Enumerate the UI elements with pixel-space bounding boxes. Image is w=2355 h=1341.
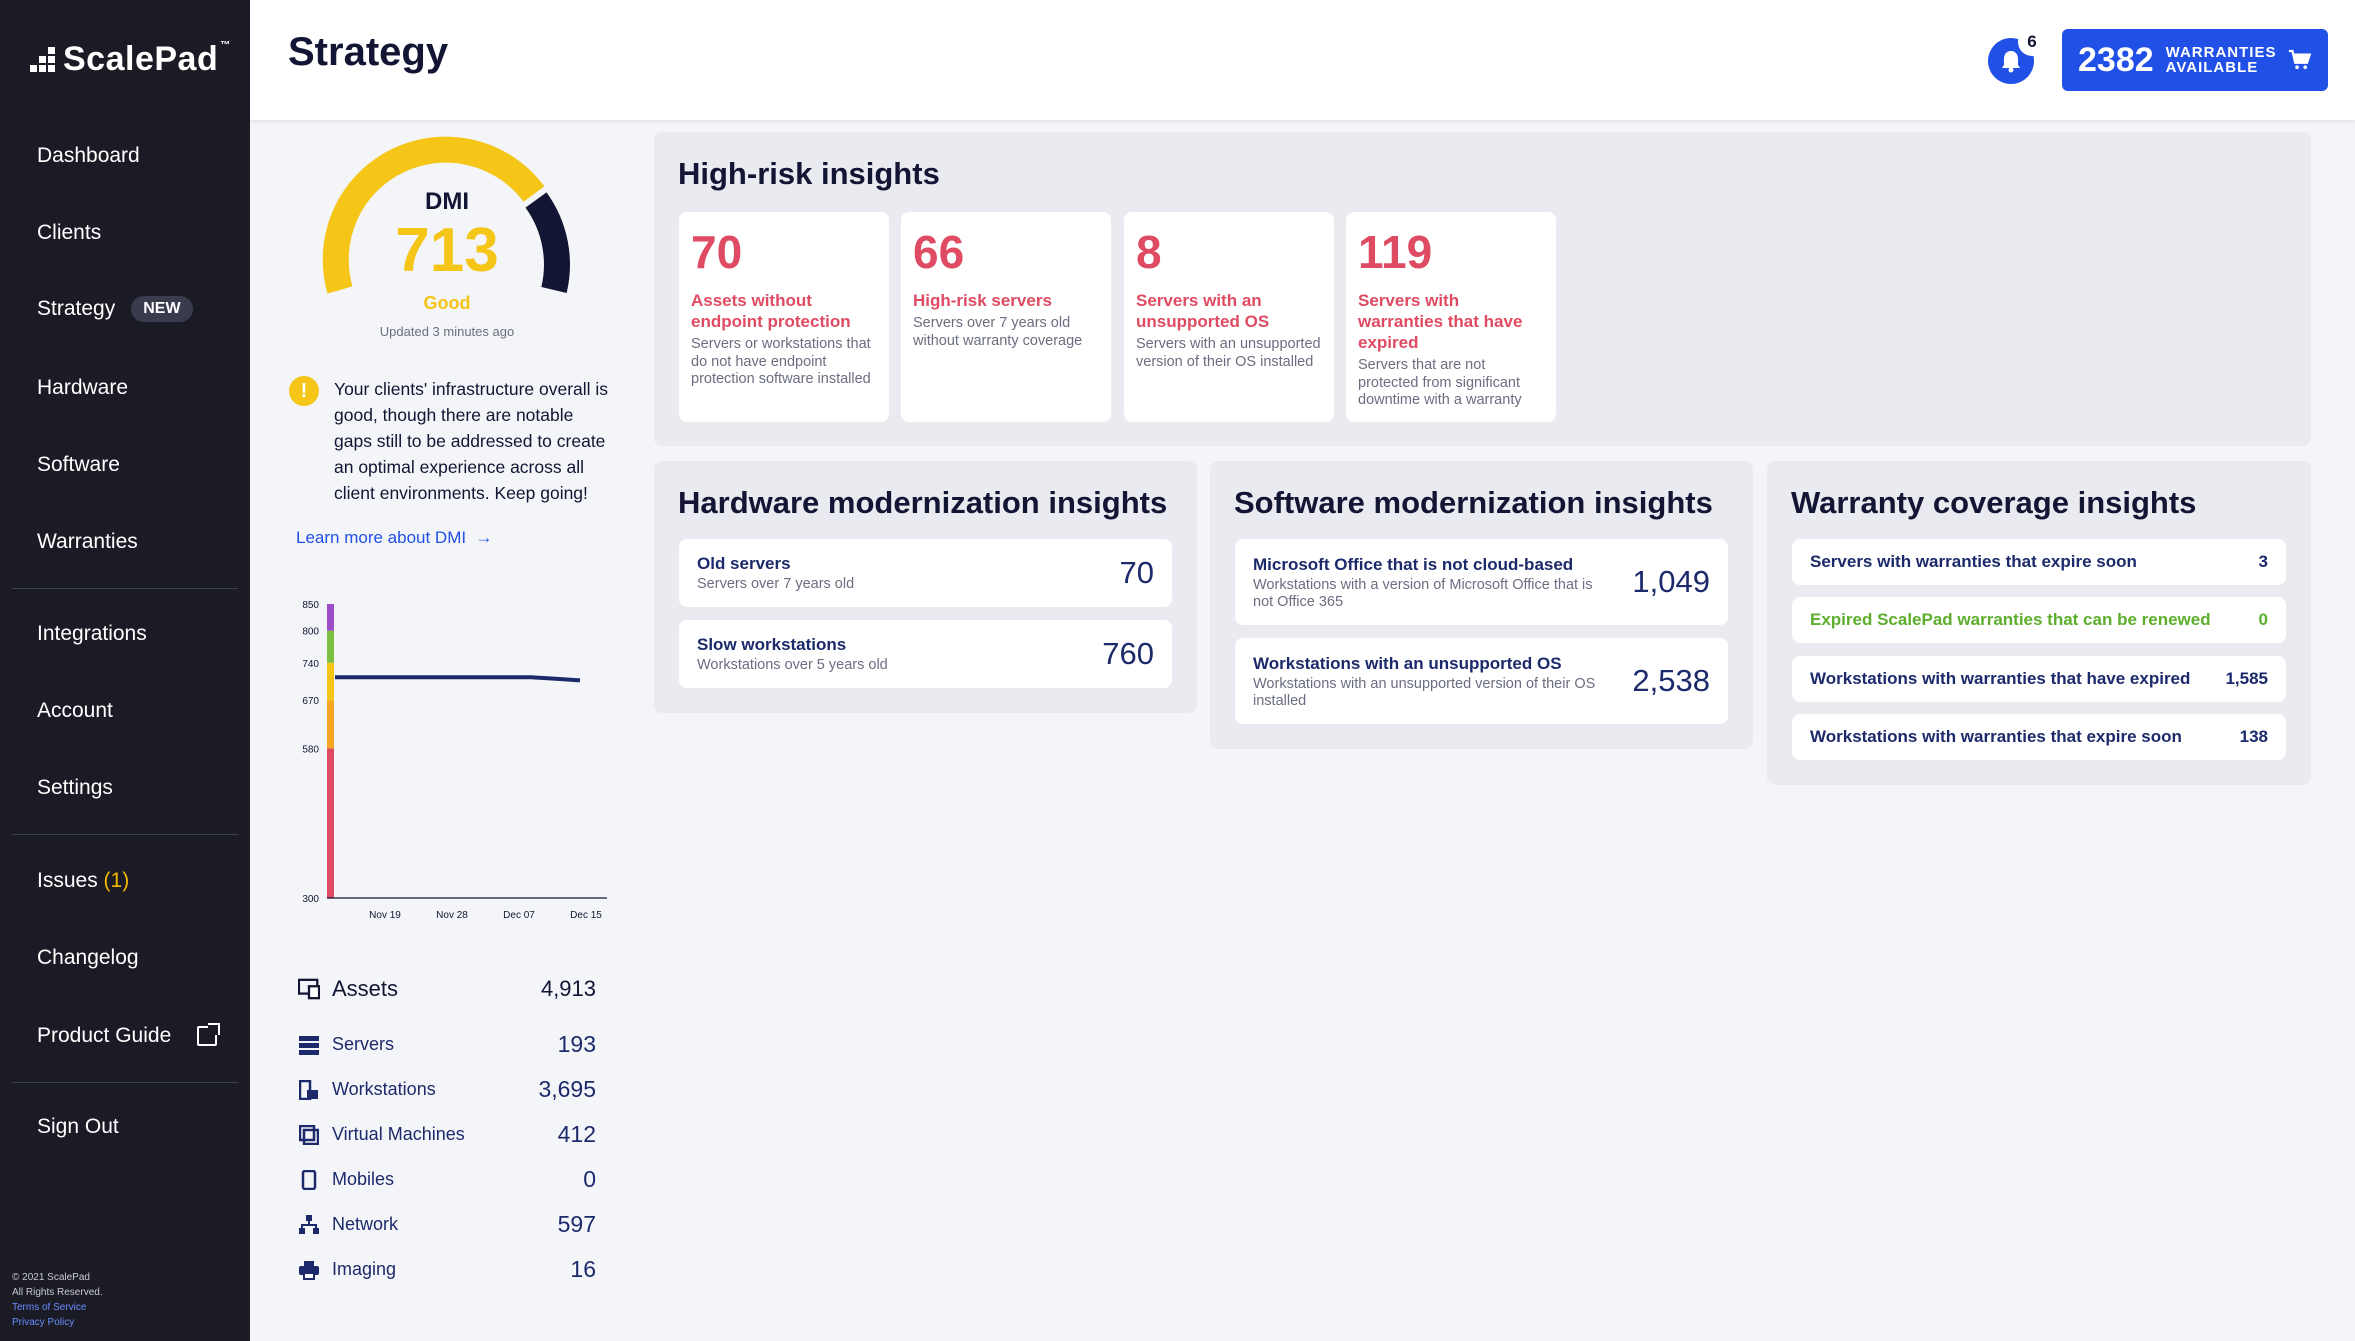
sidebar-item-issues[interactable]: Issues (1) <box>37 869 129 893</box>
learn-more-dmi-link[interactable]: Learn more about DMI → <box>296 528 493 548</box>
chart-y-tick-label: 670 <box>302 696 319 707</box>
sidebar-item-account[interactable]: Account <box>37 699 113 723</box>
dmi-notice: Your clients' infrastructure overall is … <box>334 379 609 503</box>
dmi-score: 713 <box>395 216 499 285</box>
sidebar-item-settings[interactable]: Settings <box>37 776 113 800</box>
chart-y-tick-label: 850 <box>302 600 319 611</box>
dmi-history-chart: 300 580 670 740 800 850 Nov 19 Nov 28 Dec 07 Dec … <box>302 600 607 921</box>
sidebar-item-strategy[interactable]: Strategy NEW <box>37 296 193 322</box>
nav-divider <box>12 834 238 835</box>
mobile-icon <box>298 1169 320 1191</box>
chart-band-0 <box>327 748 334 898</box>
top-header: Strategy 6 2382 WARRANTIES AVAILABLE <box>250 0 2355 120</box>
issues-count: (1) <box>103 869 130 892</box>
external-link-icon <box>197 1023 221 1046</box>
high-risk-title: High-risk insights <box>678 156 940 191</box>
chart-dmi-line <box>335 675 581 683</box>
sidebar-item-integrations[interactable]: Integrations <box>37 622 147 646</box>
hardware-title: Hardware modernization insights <box>678 485 1168 520</box>
sidebar-footer: © 2021 ScalePad All Rights Reserved. Ter… <box>12 1272 103 1330</box>
asset-row-mobiles[interactable]: Mobiles 0 <box>298 1166 596 1193</box>
sidebar-item-software[interactable]: Software <box>37 453 120 477</box>
chart-x-tick-label: Nov 19 <box>369 910 401 921</box>
assets-total: 4,913 <box>540 976 596 1001</box>
risk-card-expired-warranties[interactable]: 119 Servers with warranties that have ex… <box>1346 212 1556 422</box>
insight-slow-workstations[interactable]: Slow workstations Workstations over 5 yea… <box>679 620 1172 688</box>
asset-row-workstations[interactable]: Workstations 3,695 <box>298 1076 596 1103</box>
chart-y-tick-label: 800 <box>302 627 319 638</box>
dmi-label: DMI <box>425 188 469 215</box>
chart-y-tick-label: 740 <box>302 659 319 670</box>
bell-icon <box>2002 51 2020 73</box>
dmi-rating: Good <box>423 293 471 313</box>
sidebar: ScalePad ™ Dashboard Clients Strategy NEW … <box>0 0 250 1341</box>
nav-divider <box>12 1082 238 1083</box>
chart-y-tick-label: 580 <box>302 744 319 755</box>
assets-header: Assets 4,913 <box>298 976 596 1002</box>
warranty-workstations-expire-soon[interactable]: Workstations with warranties that expire… <box>1792 714 2286 760</box>
asset-row-servers[interactable]: Servers 193 <box>298 1031 596 1058</box>
warranty-workstations-expired[interactable]: Workstations with warranties that have e… <box>1792 656 2286 702</box>
arrow-right-icon: → <box>470 528 493 547</box>
notifications-count: 6 <box>2018 28 2046 56</box>
insight-workstations-unsupported-os[interactable]: Workstations with an unsupported OS Works… <box>1235 638 1728 724</box>
chart-band-1 <box>327 700 334 749</box>
chart-x-tick-label: Nov 28 <box>436 910 468 921</box>
chart-x-tick-label: Dec 15 <box>570 910 602 921</box>
dmi-updated: Updated 3 minutes ago <box>379 324 515 339</box>
asset-row-imaging[interactable]: Imaging 16 <box>298 1256 596 1283</box>
sidebar-item-dashboard[interactable]: Dashboard <box>37 144 140 168</box>
terms-link[interactable]: Terms of Service <box>12 1300 103 1315</box>
logo-text: ScalePad ™ <box>63 40 231 78</box>
sidebar-item-sign-out[interactable]: Sign Out <box>37 1115 119 1139</box>
cart-icon <box>2289 49 2312 70</box>
warranty-expired-renewable[interactable]: Expired ScalePad warranties that can be … <box>1792 597 2286 643</box>
sidebar-item-warranties[interactable]: Warranties <box>37 530 138 554</box>
server-icon <box>298 1034 320 1056</box>
insight-old-servers[interactable]: Old servers Servers over 7 years old 70 <box>679 539 1172 607</box>
vm-icon <box>298 1124 320 1146</box>
software-title: Software modernization insights <box>1234 485 1713 520</box>
chart-band-3 <box>327 630 334 663</box>
warranty-title: Warranty coverage insights <box>1791 485 2197 520</box>
workstation-icon <box>298 1079 320 1101</box>
warranties-available-button[interactable]: 2382 WARRANTIES AVAILABLE <box>2062 29 2328 91</box>
risk-card-endpoint-protection[interactable]: 70 Assets without endpoint protection Se… <box>679 212 889 422</box>
sidebar-item-product-guide[interactable]: Product Guide <box>37 1023 221 1048</box>
sidebar-item-clients[interactable]: Clients <box>37 221 101 245</box>
warranties-count: 2382 <box>2078 40 2154 79</box>
assets-icon <box>298 978 320 1000</box>
sidebar-item-hardware[interactable]: Hardware <box>37 376 128 400</box>
network-icon <box>298 1214 320 1236</box>
nav-divider <box>12 588 238 589</box>
chart-band-2 <box>327 662 334 701</box>
warranty-servers-expire-soon[interactable]: Servers with warranties that expire soon… <box>1792 539 2286 585</box>
new-badge: NEW <box>131 296 193 322</box>
risk-card-high-risk-servers[interactable]: 66 High-risk servers Servers over 7 year… <box>901 212 1111 422</box>
chart-x-tick-label: Dec 07 <box>503 910 535 921</box>
chart-y-tick-label: 300 <box>302 894 319 905</box>
sidebar-item-changelog[interactable]: Changelog <box>37 946 139 970</box>
page-title: Strategy <box>288 30 449 74</box>
chart-band-4 <box>327 604 334 631</box>
insight-office-not-cloud[interactable]: Microsoft Office that is not cloud-based… <box>1235 539 1728 625</box>
logo-mark-icon <box>30 47 55 72</box>
warning-icon: ! <box>289 376 319 406</box>
asset-row-virtual-machines[interactable]: Virtual Machines 412 <box>298 1121 596 1148</box>
asset-row-network[interactable]: Network 597 <box>298 1211 596 1238</box>
risk-card-unsupported-os[interactable]: 8 Servers with an unsupported OS Servers… <box>1124 212 1334 422</box>
printer-icon <box>298 1259 320 1281</box>
privacy-link[interactable]: Privacy Policy <box>12 1315 103 1330</box>
scalepad-logo[interactable]: ScalePad ™ <box>30 40 231 79</box>
